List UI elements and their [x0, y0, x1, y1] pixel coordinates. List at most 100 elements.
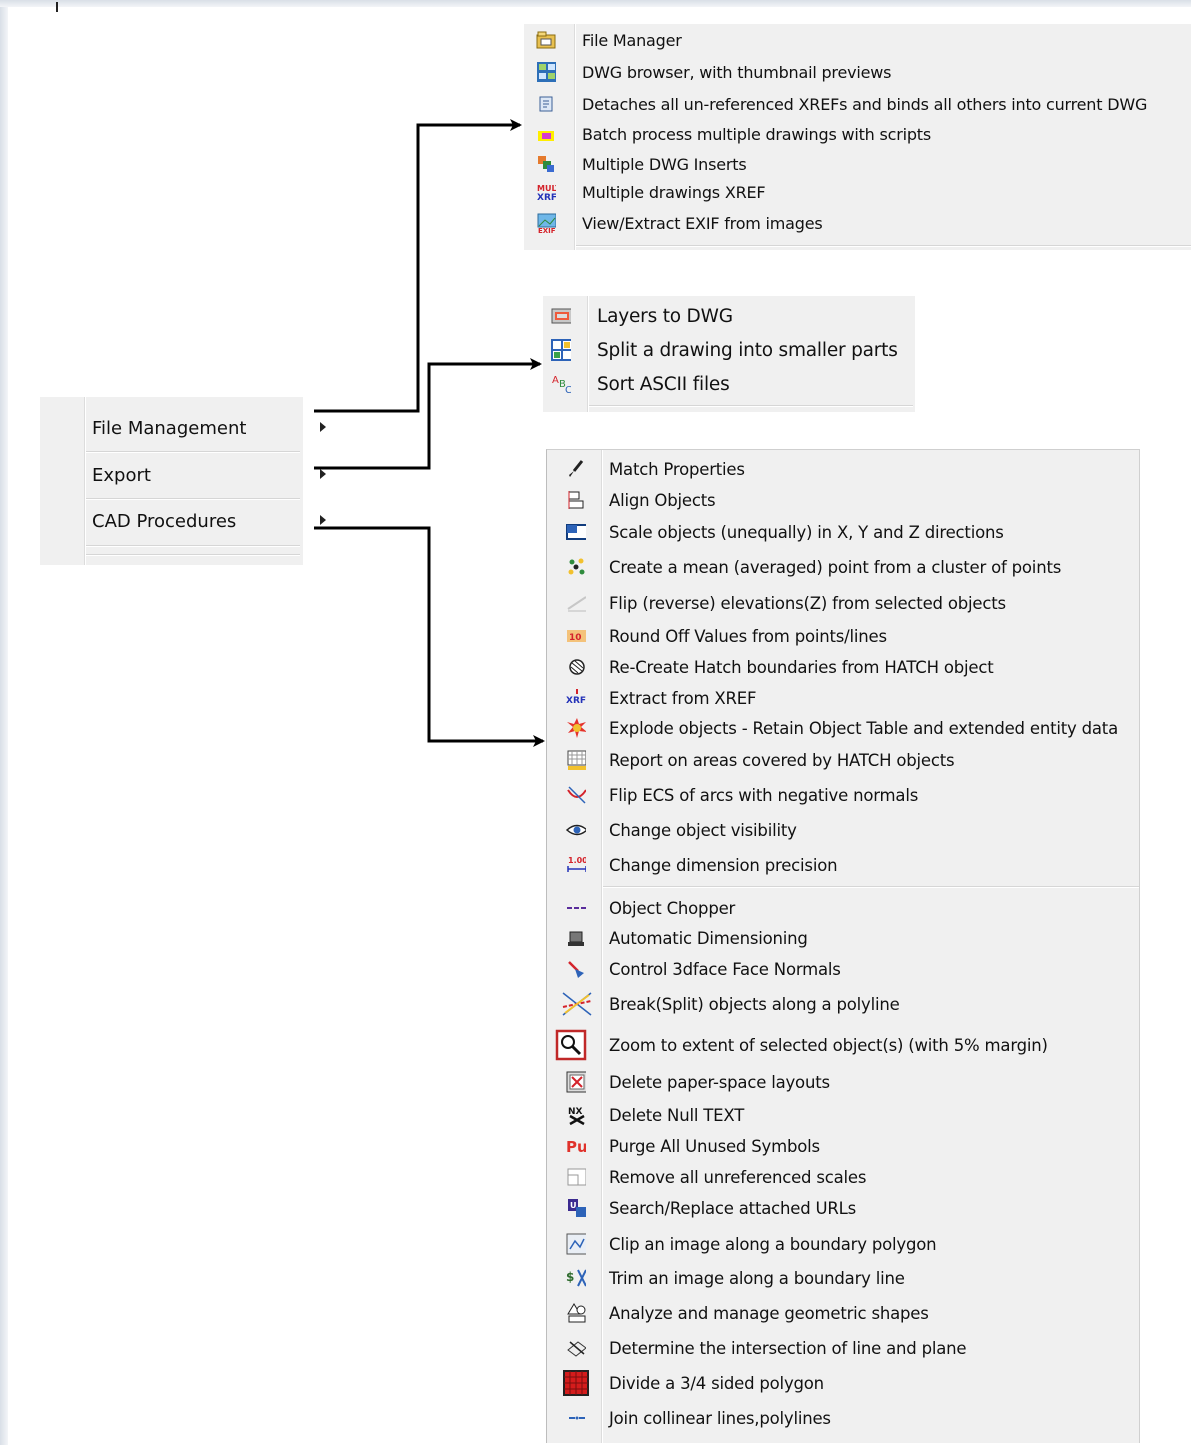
- menu-item-change-visibility[interactable]: Change object visibility: [547, 817, 1139, 843]
- menu-item-geometric-shapes[interactable]: Analyze and manage geometric shapes: [547, 1300, 1139, 1326]
- menu-item-label: CAD Procedures: [92, 510, 237, 532]
- brush-icon: [566, 459, 586, 479]
- menu-item-scale-objects[interactable]: Scale objects (unequally) in X, Y and Z …: [547, 519, 1139, 545]
- menu-item-delete-layouts[interactable]: Delete paper-space layouts: [547, 1069, 1139, 1095]
- menu-item-cad-procedures[interactable]: CAD Procedures: [86, 500, 341, 542]
- menu-separator: [86, 545, 300, 547]
- remove-scales-icon: [566, 1167, 586, 1187]
- multi-insert-icon: [536, 154, 556, 174]
- batch-script-icon: [536, 124, 556, 144]
- menu-item-multiple-dwg-inserts[interactable]: Multiple DWG Inserts: [524, 152, 1191, 176]
- svg-text:U: U: [570, 1201, 577, 1210]
- menu-separator: [603, 886, 1139, 888]
- round-off-icon: 10: [566, 626, 586, 646]
- menu-item-batch-process[interactable]: Batch process multiple drawings with scr…: [524, 122, 1191, 146]
- flip-ecs-icon: [566, 785, 586, 805]
- menu-item-label: Join collinear lines,polylines: [609, 1408, 831, 1428]
- menu-item-exif[interactable]: EXIF View/Extract EXIF from images: [524, 210, 1191, 236]
- menu-item-label: Automatic Dimensioning: [609, 928, 808, 948]
- menu-item-purge[interactable]: Pu Purge All Unused Symbols: [547, 1133, 1139, 1159]
- thumbnail-browser-icon: [536, 62, 556, 82]
- svg-text:$: $: [566, 1270, 574, 1284]
- menu-item-label: Scale objects (unequally) in X, Y and Z …: [609, 522, 1004, 542]
- menu-item-dimension-precision[interactable]: 1.00 Change dimension precision: [547, 852, 1139, 878]
- menu-item-auto-dimensioning[interactable]: Automatic Dimensioning: [547, 925, 1139, 951]
- menu-item-label: Change object visibility: [609, 820, 797, 840]
- menu-item-label: Trim an image along a boundary line: [609, 1268, 905, 1288]
- menu-item-label: DWG browser, with thumbnail previews: [582, 62, 892, 82]
- menu-item-label: Export: [92, 464, 151, 486]
- menu-item-label: Search/Replace attached URLs: [609, 1198, 857, 1218]
- menu-item-label: View/Extract EXIF from images: [582, 213, 823, 233]
- svg-text:XRF: XRF: [566, 696, 586, 706]
- menu-item-explode-objects[interactable]: Explode objects - Retain Object Table an…: [547, 715, 1139, 741]
- submenu-arrow-icon: [320, 422, 326, 432]
- menu-item-report-hatch-areas[interactable]: Report on areas covered by HATCH objects: [547, 747, 1139, 773]
- face-normals-icon: [566, 959, 586, 979]
- menu-item-label: Explode objects - Retain Object Table an…: [609, 718, 1118, 738]
- explode-icon: [566, 718, 586, 738]
- menu-item-break-split[interactable]: Break(Split) objects along a polyline: [547, 988, 1139, 1020]
- menu-item-label: Flip ECS of arcs with negative normals: [609, 785, 919, 805]
- menu-item-round-off[interactable]: 10 Round Off Values from points/lines: [547, 623, 1139, 649]
- sort-ascii-icon: ABC: [551, 374, 571, 395]
- menu-item-recreate-hatch[interactable]: Re-Create Hatch boundaries from HATCH ob…: [547, 654, 1139, 680]
- menu-item-delete-null-text[interactable]: NX Delete Null TEXT: [547, 1102, 1139, 1128]
- menu-item-split-drawing[interactable]: Split a drawing into smaller parts: [543, 336, 915, 364]
- export-submenu: Layers to DWG Split a drawing into small…: [543, 296, 915, 412]
- delete-layout-icon: [566, 1071, 586, 1093]
- menu-item-flip-ecs[interactable]: Flip ECS of arcs with negative normals: [547, 782, 1139, 808]
- svg-text:XRF: XRF: [537, 193, 556, 202]
- menu-item-label: File Management: [92, 417, 247, 439]
- menu-item-flip-elevations[interactable]: Flip (reverse) elevations(Z) from select…: [547, 590, 1139, 616]
- menu-item-match-properties[interactable]: Match Properties: [547, 456, 1139, 482]
- intersection-icon: [566, 1338, 586, 1358]
- menu-item-layers-to-dwg[interactable]: Layers to DWG: [543, 302, 915, 330]
- menu-item-label: Re-Create Hatch boundaries from HATCH ob…: [609, 657, 994, 677]
- menu-item-extract-xref[interactable]: XRF Extract from XREF: [547, 685, 1139, 711]
- exif-icon: EXIF: [536, 213, 556, 234]
- menu-item-trim-image[interactable]: $ Trim an image along a boundary line: [547, 1265, 1139, 1291]
- menu-item-divide-polygon[interactable]: Divide a 3/4 sided polygon: [547, 1369, 1139, 1397]
- menu-item-label: Zoom to extent of selected object(s) (wi…: [609, 1035, 1048, 1055]
- menu-item-label: Determine the intersection of line and p…: [609, 1338, 967, 1358]
- submenu-arrow-icon: [320, 515, 326, 525]
- menu-item-remove-scales[interactable]: Remove all unreferenced scales: [547, 1164, 1139, 1190]
- menu-item-object-chopper[interactable]: Object Chopper: [547, 895, 1139, 921]
- menu-item-label: Multiple drawings XREF: [582, 182, 766, 202]
- menu-item-clip-image[interactable]: Clip an image along a boundary polygon: [547, 1231, 1139, 1257]
- menu-separator: [86, 451, 300, 453]
- menu-item-label: Delete Null TEXT: [609, 1105, 745, 1125]
- menu-item-multiple-xref[interactable]: MULTXRF Multiple drawings XREF: [524, 180, 1191, 204]
- delete-null-text-icon: NX: [566, 1105, 586, 1126]
- menu-item-3dface-normals[interactable]: Control 3dface Face Normals: [547, 956, 1139, 982]
- arrow-file-management: [314, 119, 522, 413]
- menu-item-label: Report on areas covered by HATCH objects: [609, 750, 955, 770]
- menu-separator: [589, 405, 913, 407]
- menu-item-join-collinear[interactable]: Join collinear lines,polylines: [547, 1405, 1139, 1431]
- hatch-area-icon: [566, 750, 586, 770]
- menu-item-dwg-browser[interactable]: DWG browser, with thumbnail previews: [524, 60, 1191, 84]
- menu-item-intersection[interactable]: Determine the intersection of line and p…: [547, 1335, 1139, 1361]
- menu-item-label: Change dimension precision: [609, 855, 838, 875]
- geometric-shapes-icon: [566, 1303, 586, 1323]
- menu-item-search-replace-urls[interactable]: U Search/Replace attached URLs: [547, 1195, 1139, 1221]
- align-icon: [566, 490, 586, 510]
- menu-item-label: Layers to DWG: [597, 305, 733, 327]
- eye-icon: [566, 820, 586, 840]
- cad-procedures-submenu: Match Properties Align Objects Scale obj…: [546, 449, 1140, 1443]
- menu-item-file-management[interactable]: File Management: [86, 407, 341, 449]
- menu-item-align-objects[interactable]: Align Objects: [547, 487, 1139, 513]
- menu-item-zoom-extent[interactable]: Zoom to extent of selected object(s) (wi…: [547, 1028, 1139, 1062]
- menu-item-mean-point[interactable]: Create a mean (averaged) point from a cl…: [547, 554, 1139, 580]
- menu-item-sort-ascii[interactable]: ABC Sort ASCII files: [543, 370, 915, 398]
- menu-item-export[interactable]: Export: [86, 454, 341, 496]
- main-context-menu: File Management Export CAD Procedures: [40, 397, 326, 565]
- menu-item-label: Extract from XREF: [609, 688, 757, 708]
- chopper-icon: [566, 898, 586, 918]
- menu-item-detach-xrefs[interactable]: Detaches all un-referenced XREFs and bin…: [524, 92, 1191, 116]
- menu-item-label: Delete paper-space layouts: [609, 1072, 830, 1092]
- svg-text:1.00: 1.00: [568, 856, 586, 865]
- menu-item-label: Round Off Values from points/lines: [609, 626, 887, 646]
- menu-item-file-manager[interactable]: File Manager: [524, 28, 1191, 52]
